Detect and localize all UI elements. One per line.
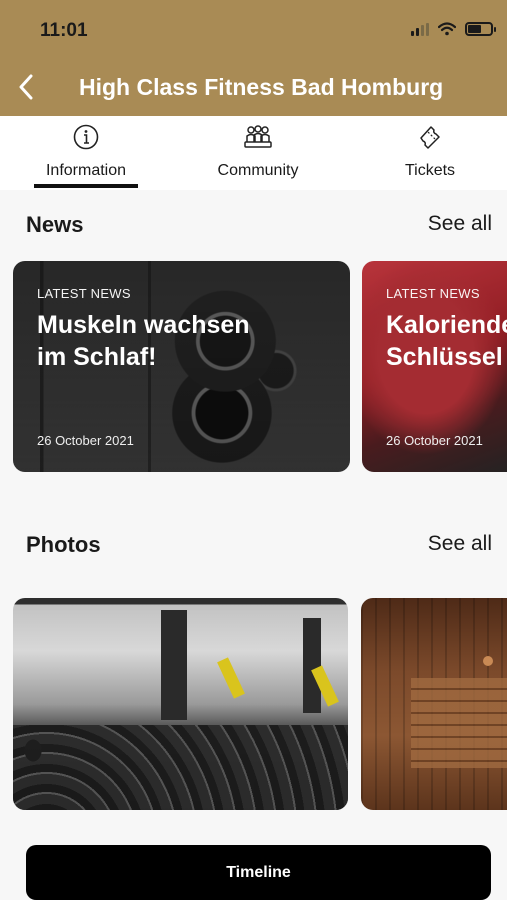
news-card[interactable]: LATEST NEWS Kaloriende Schlüssel 26 Octo… bbox=[362, 261, 507, 472]
signal-icon bbox=[411, 22, 429, 36]
back-button[interactable] bbox=[12, 70, 40, 104]
news-headline: Muskeln wachsen im Schlaf! bbox=[37, 311, 250, 371]
tab-tickets-label: Tickets bbox=[404, 162, 456, 179]
battery-icon bbox=[465, 22, 496, 36]
tab-information-label: Information bbox=[45, 162, 127, 179]
photos-see-all-link[interactable]: See all bbox=[428, 532, 492, 556]
news-date: 26 October 2021 bbox=[386, 433, 483, 448]
page-title: High Class Fitness Bad Homburg bbox=[79, 74, 444, 100]
sauna-photo-thumbnail[interactable] bbox=[361, 598, 507, 810]
info-icon bbox=[73, 124, 99, 150]
tab-community[interactable]: Community bbox=[196, 116, 320, 190]
chevron-left-icon bbox=[19, 74, 33, 100]
news-headline: Kaloriende Schlüssel bbox=[386, 311, 507, 371]
wifi-icon bbox=[438, 22, 456, 36]
community-icon bbox=[244, 125, 272, 148]
news-card[interactable]: LATEST NEWS Muskeln wachsen im Schlaf! 2… bbox=[13, 261, 350, 472]
tab-information[interactable]: Information bbox=[34, 116, 138, 190]
news-section-title: News bbox=[26, 212, 84, 237]
status-time: 11:01 bbox=[40, 20, 88, 41]
timeline-button[interactable]: Timeline bbox=[26, 845, 491, 900]
active-tab-indicator bbox=[34, 184, 138, 188]
news-see-all-link[interactable]: See all bbox=[428, 212, 492, 236]
photos-section-title: Photos bbox=[26, 532, 101, 557]
ticket-icon bbox=[420, 126, 440, 149]
news-tag: LATEST NEWS bbox=[37, 286, 131, 301]
tab-tickets[interactable]: Tickets bbox=[388, 116, 472, 190]
news-date: 26 October 2021 bbox=[37, 433, 134, 448]
tab-bar: Information Community Tickets bbox=[0, 116, 507, 190]
news-tag: LATEST NEWS bbox=[386, 286, 480, 301]
status-icons bbox=[411, 22, 496, 36]
gym-photo-thumbnail[interactable] bbox=[13, 598, 348, 810]
app-header: 11:01 High Class Fitness Bad Homburg bbox=[0, 0, 507, 116]
tab-community-label: Community bbox=[217, 162, 299, 179]
